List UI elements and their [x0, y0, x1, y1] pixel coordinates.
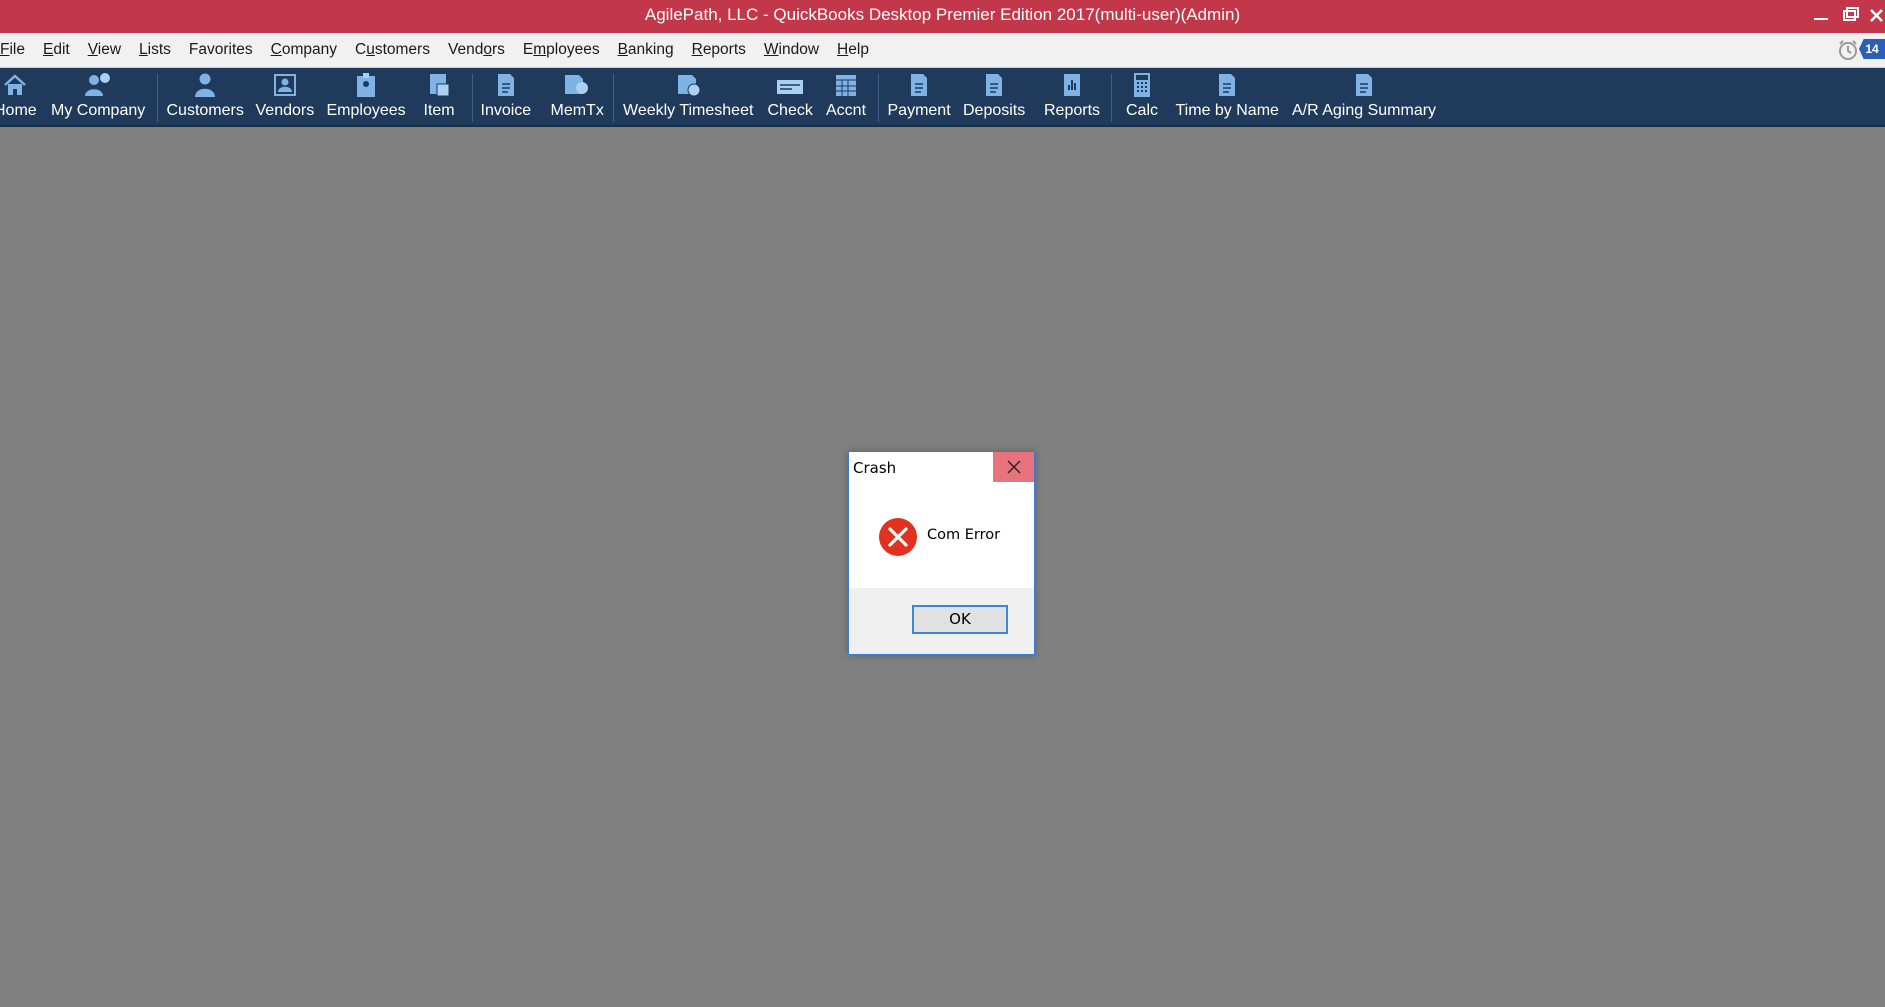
- item-icon: [427, 68, 451, 98]
- toolbar-button-label: Weekly Timesheet: [623, 102, 754, 119]
- toolbar-calc-button[interactable]: Calc: [1126, 68, 1158, 125]
- toolbar-button-label: Check: [767, 102, 813, 119]
- ok-button[interactable]: OK: [912, 605, 1008, 634]
- toolbar-button-label: Calc: [1126, 102, 1159, 119]
- customer-icon: [193, 68, 217, 98]
- home-icon: [2, 68, 28, 98]
- toolbar-button-label: A/R Aging Summary: [1292, 102, 1437, 119]
- toolbar-button-label: My Company: [51, 102, 146, 119]
- toolbar-button-label: Employees: [326, 102, 406, 119]
- memorized-transactions-icon: [562, 68, 592, 98]
- toolbar-reports-button[interactable]: Reports: [1044, 68, 1100, 125]
- error-message: Com Error: [927, 527, 1001, 543]
- toolbar-memtx-button[interactable]: MemTx: [551, 68, 604, 125]
- crash-dialog: Crash Com Error OK: [848, 451, 1035, 655]
- toolbar-accnt-button[interactable]: Accnt: [826, 68, 866, 125]
- minimize-icon[interactable]: [1808, 4, 1834, 28]
- toolbar-button-label: Invoice: [480, 102, 532, 119]
- toolbar-separator: [157, 74, 158, 122]
- toolbar-separator: [613, 74, 614, 122]
- toolbar-button-label: Vendors: [255, 102, 315, 119]
- toolbar-button-label: Accnt: [826, 102, 867, 119]
- calculator-icon: [1132, 68, 1152, 98]
- menu-vendors[interactable]: Vendors: [439, 41, 514, 59]
- toolbar-separator: [878, 74, 879, 122]
- window-title: AgilePath, LLC - QuickBooks Desktop Prem…: [644, 5, 1241, 24]
- close-icon[interactable]: [1868, 4, 1885, 28]
- toolbar-weekly-timesheet-button[interactable]: Weekly Timesheet: [623, 68, 753, 125]
- alarm-clock-icon[interactable]: [1837, 39, 1859, 61]
- invoice-icon: [495, 68, 517, 98]
- menu-window[interactable]: Window: [755, 41, 828, 59]
- toolbar-employees-button[interactable]: Employees: [327, 68, 406, 125]
- employee-icon: [354, 68, 378, 98]
- vendor-icon: [273, 68, 297, 98]
- toolbar-home-button[interactable]: Home: [0, 68, 37, 125]
- toolbar-my-company-button[interactable]: My Company: [51, 68, 145, 125]
- toolbar-item-button[interactable]: Item: [424, 68, 455, 125]
- reports-icon: [1061, 68, 1083, 98]
- ar-aging-icon: [1353, 68, 1375, 98]
- restore-icon[interactable]: [1838, 4, 1864, 28]
- menu-file[interactable]: File: [0, 41, 34, 59]
- toolbar-separator: [472, 74, 473, 122]
- toolbar-button-label: Time by Name: [1175, 102, 1279, 119]
- menu-reports[interactable]: Reports: [683, 41, 755, 59]
- toolbar-invoice-button[interactable]: Invoice: [480, 68, 532, 125]
- menu-company[interactable]: Company: [262, 41, 346, 59]
- deposits-icon: [983, 68, 1005, 98]
- toolbar-button-label: Deposits: [963, 102, 1026, 119]
- dialog-body: Com Error: [849, 482, 1034, 588]
- menu-bar: File Edit View Lists Favorites Company Custome…: [0, 33, 1885, 68]
- toolbar-button-label: Payment: [887, 102, 951, 119]
- time-by-name-icon: [1216, 68, 1238, 98]
- menu-customers[interactable]: Customers: [346, 41, 439, 59]
- menu-banking[interactable]: Banking: [609, 41, 683, 59]
- error-icon: [878, 517, 918, 557]
- dialog-footer: OK: [849, 588, 1034, 654]
- toolbar-button-label: Reports: [1044, 102, 1101, 119]
- toolbar-check-button[interactable]: Check: [768, 68, 813, 125]
- account-icon: [834, 68, 858, 98]
- toolbar-deposits-button[interactable]: Deposits: [963, 68, 1025, 125]
- toolbar-button-label: Customers: [166, 102, 244, 119]
- toolbar-time-by-name-button[interactable]: Time by Name: [1176, 68, 1279, 125]
- toolbar-button-label: MemTx: [550, 102, 604, 119]
- reminder-count-badge[interactable]: 14: [1859, 39, 1885, 59]
- icon-bar: Home My Company Customers Vendors Employees I…: [0, 68, 1885, 127]
- toolbar-customers-button[interactable]: Customers: [167, 68, 244, 125]
- toolbar-vendors-button[interactable]: Vendors: [255, 68, 315, 125]
- menu-view[interactable]: View: [79, 41, 130, 59]
- menu-lists[interactable]: Lists: [130, 41, 180, 59]
- menu-help[interactable]: Help: [828, 41, 878, 59]
- menu-favorites[interactable]: Favorites: [180, 41, 262, 59]
- toolbar-separator: [1111, 74, 1112, 122]
- close-icon: [1007, 460, 1020, 474]
- menu-items: File Edit View Lists Favorites Company Custome…: [0, 41, 878, 59]
- toolbar-button-label: Home: [0, 102, 37, 119]
- menu-employees[interactable]: Employees: [514, 41, 609, 59]
- toolbar-payment-button[interactable]: Payment: [888, 68, 951, 125]
- toolbar-a-r-aging-summary-button[interactable]: A/R Aging Summary: [1292, 68, 1436, 125]
- title-bar: AgilePath, LLC - QuickBooks Desktop Prem…: [0, 0, 1885, 33]
- payment-icon: [908, 68, 930, 98]
- dialog-close-button[interactable]: [993, 452, 1034, 482]
- timesheet-icon: [675, 68, 701, 98]
- dialog-title: Crash: [853, 459, 897, 477]
- my-company-icon: [83, 68, 113, 98]
- toolbar-button-label: Item: [423, 102, 455, 119]
- check-icon: [776, 68, 804, 98]
- menu-edit[interactable]: Edit: [34, 41, 79, 59]
